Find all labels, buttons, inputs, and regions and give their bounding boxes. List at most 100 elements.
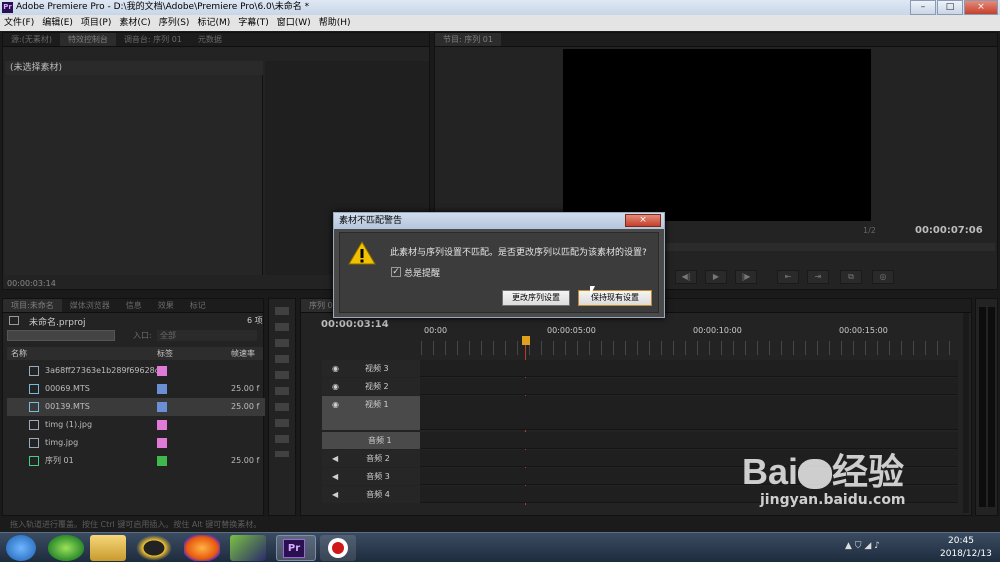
track-header[interactable]: ◀ 音频 3: [322, 468, 420, 485]
speaker-icon[interactable]: ◀: [332, 490, 338, 499]
record-dot: [332, 542, 344, 554]
track-lane[interactable]: [420, 360, 958, 377]
track-header[interactable]: ◀ 音频 4: [322, 486, 420, 503]
speaker-icon[interactable]: ◀: [332, 454, 338, 463]
menu-marker[interactable]: 标记(M): [193, 15, 234, 31]
tray-icons[interactable]: ▲ ⛉ ◢ ♪: [845, 541, 925, 553]
premiere-icon: Pr: [283, 539, 305, 558]
track-lane[interactable]: [420, 432, 958, 449]
premiere-taskbar-button[interactable]: Pr: [276, 535, 316, 561]
menu-project[interactable]: 项目(P): [77, 15, 115, 31]
mouse-cursor: [590, 286, 595, 296]
track-header[interactable]: ◉ 视频 3: [322, 360, 420, 377]
file-explorer-icon[interactable]: [90, 535, 126, 561]
menu-sequence[interactable]: 序列(S): [155, 15, 194, 31]
firefox-icon[interactable]: [184, 535, 220, 561]
track-header[interactable]: ◉ 视频 2: [322, 378, 420, 395]
list-item[interactable]: 序列 01 25.00 f: [7, 452, 265, 470]
minimize-button[interactable]: –: [910, 0, 936, 15]
dialog-close-button[interactable]: ×: [625, 214, 661, 227]
item-name: timg (1).jpg: [45, 420, 93, 429]
tab-effect-controls[interactable]: 特效控制台: [59, 33, 116, 46]
menu-help[interactable]: 帮助(H): [315, 15, 355, 31]
track-name: 视频 1: [364, 400, 389, 409]
tab-metadata[interactable]: 元数据: [190, 33, 230, 46]
video-file-icon: [29, 401, 39, 412]
change-sequence-settings-button[interactable]: 更改序列设置: [502, 290, 570, 306]
track-name: 视频 3: [364, 364, 389, 373]
ruler-label: 00:00:05:00: [547, 326, 596, 335]
clock-time[interactable]: 20:45: [948, 536, 974, 546]
play-button[interactable]: ▶: [705, 270, 727, 284]
list-item[interactable]: 00069.MTS 25.00 f: [7, 380, 265, 398]
camtasia-icon[interactable]: [230, 535, 266, 561]
clock-date[interactable]: 2018/12/13: [940, 549, 992, 559]
timeline-timecode[interactable]: 00:00:03:14: [321, 319, 389, 330]
window-title: Adobe Premiere Pro - D:\我的文档\Adobe\Premi…: [16, 2, 310, 12]
menu-title[interactable]: 字幕(T): [234, 15, 273, 31]
eye-icon[interactable]: ◉: [332, 400, 339, 409]
list-item[interactable]: 00139.MTS 25.00 f: [7, 398, 265, 416]
label-swatch: [157, 438, 167, 448]
item-fps: 25.00 f: [231, 384, 260, 393]
close-window-button[interactable]: ×: [964, 0, 998, 15]
always-remind-checkbox[interactable]: ✓: [391, 267, 401, 277]
project-file-icon: [9, 316, 19, 325]
qq-icon[interactable]: [136, 535, 172, 561]
list-item[interactable]: timg.jpg: [7, 434, 265, 452]
column-label[interactable]: 标签: [157, 347, 173, 360]
list-item[interactable]: timg (1).jpg: [7, 416, 265, 434]
in-label: 入口:: [133, 331, 152, 340]
tab-source[interactable]: 源:(无素材): [3, 33, 60, 46]
step-forward-button[interactable]: |▶: [735, 270, 757, 284]
tab-effects[interactable]: 效果: [150, 299, 182, 312]
menu-edit[interactable]: 编辑(E): [38, 15, 77, 31]
column-fps[interactable]: 帧速率: [231, 347, 255, 360]
column-name[interactable]: 名称: [11, 347, 27, 360]
camera-icon[interactable]: ◎: [872, 270, 894, 284]
project-tabs: 项目:未命名 媒体浏览器 信息 效果 标记: [3, 299, 263, 313]
tab-media-browser[interactable]: 媒体浏览器: [62, 299, 118, 312]
recorder-taskbar-button[interactable]: [320, 535, 356, 561]
export-frame-button[interactable]: ⧉: [840, 270, 862, 284]
maximize-button[interactable]: □: [937, 0, 963, 15]
project-panel: 项目:未命名 媒体浏览器 信息 效果 标记 未命名.prproj 6 项 入口: 全部 …: [2, 298, 265, 516]
audio-meter-panel: [975, 298, 998, 516]
track-lane[interactable]: [420, 378, 958, 395]
tab-markers[interactable]: 标记: [182, 299, 214, 312]
source-timecode: 00:00:03:14: [7, 279, 56, 288]
in-filter-select[interactable]: 全部: [157, 330, 257, 341]
watermark-url: jingyan.baidu.com: [760, 492, 906, 508]
menu-window[interactable]: 窗口(W): [273, 15, 315, 31]
eye-icon[interactable]: ◉: [332, 382, 339, 391]
track-header[interactable]: 音频 1: [322, 432, 420, 449]
zoom-level[interactable]: 1/2: [863, 226, 876, 235]
image-file-icon: [29, 419, 39, 430]
audio-meter-right: [988, 307, 995, 507]
track-lane[interactable]: [420, 396, 958, 430]
tab-program[interactable]: 节目: 序列 01: [435, 33, 501, 46]
track-header[interactable]: ◀ 音频 2: [322, 450, 420, 467]
tab-project[interactable]: 项目:未命名: [3, 299, 62, 312]
step-back-button[interactable]: ◀|: [675, 270, 697, 284]
timeline-scrollbar[interactable]: [963, 313, 969, 513]
lift-button[interactable]: ⇤: [777, 270, 799, 284]
speaker-icon[interactable]: ◀: [332, 472, 338, 481]
tab-info[interactable]: 信息: [118, 299, 150, 312]
windows-start-button[interactable]: [6, 535, 36, 561]
timeline-ruler[interactable]: [421, 341, 959, 355]
tool-icons[interactable]: [275, 307, 289, 457]
label-swatch: [157, 384, 167, 394]
extract-button[interactable]: ⇥: [807, 270, 829, 284]
menu-file[interactable]: 文件(F): [0, 15, 38, 31]
label-swatch: [157, 402, 167, 412]
list-item[interactable]: 3a68ff27363e1b289f69628c: [7, 362, 265, 380]
tab-audio-mixer[interactable]: 调音台: 序列 01: [116, 33, 190, 46]
track-header[interactable]: ◉ 视频 1: [322, 396, 420, 430]
browser-360-icon[interactable]: [48, 535, 84, 561]
playhead-handle[interactable]: [522, 336, 530, 345]
eye-icon[interactable]: ◉: [332, 364, 339, 373]
dialog-message: 此素材与序列设置不匹配。是否更改序列以匹配为该素材的设置?: [390, 248, 647, 258]
menu-clip[interactable]: 素材(C): [115, 15, 154, 31]
search-input[interactable]: [7, 330, 115, 341]
